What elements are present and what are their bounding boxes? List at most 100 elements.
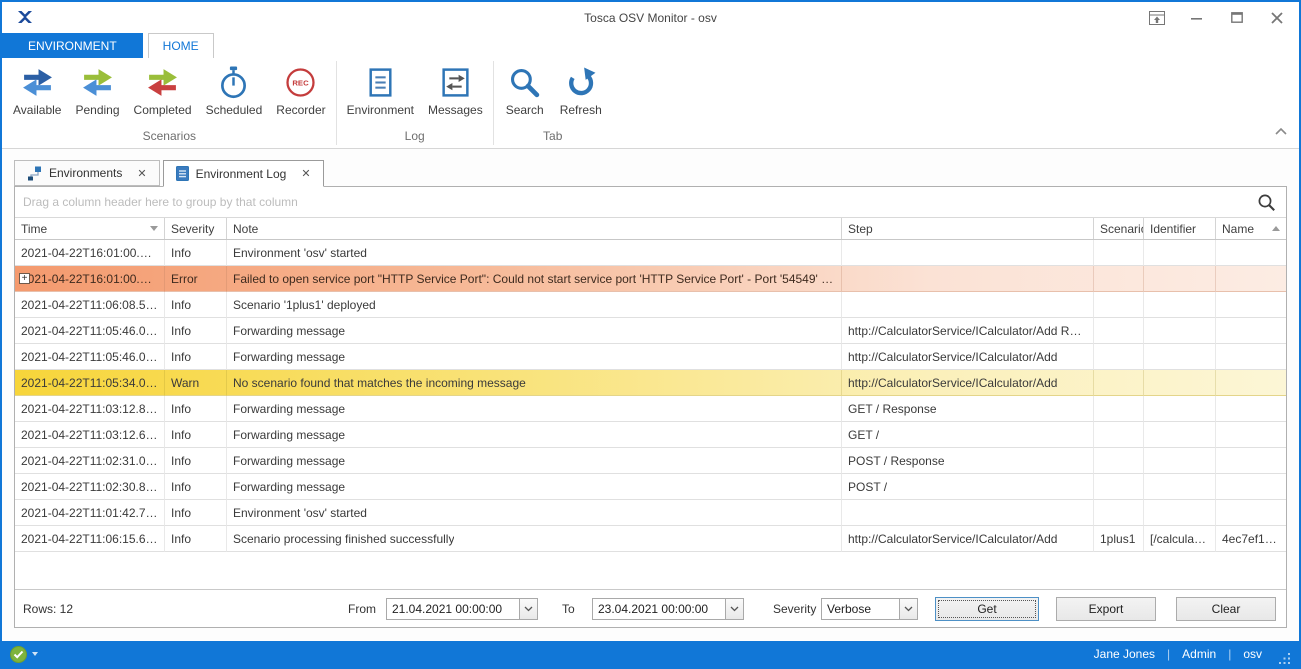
column-header-note[interactable]: Note	[227, 218, 842, 239]
cell-scenario	[1094, 240, 1144, 266]
cell-text: http://CalculatorService/ICalculator/Add…	[848, 324, 1087, 338]
cell-note: Scenario processing finished successfull…	[227, 526, 842, 552]
cell-severity: Info	[165, 500, 227, 526]
separator: |	[1167, 647, 1170, 661]
cell-severity: Error	[165, 266, 227, 292]
content-area: Environments ✕ Environment Log ✕ Drag a …	[2, 149, 1299, 641]
cell-step: GET / Response	[842, 396, 1094, 422]
window-title: Tosca OSV Monitor - osv	[584, 11, 717, 25]
table-row[interactable]: 2021-04-22T11:03:12.690InfoForwarding me…	[15, 422, 1286, 448]
status-dropdown-caret[interactable]	[32, 652, 38, 656]
refresh-button[interactable]: Refresh	[553, 63, 609, 117]
table-row[interactable]: 2021-04-22T11:06:15.605InfoScenario proc…	[15, 526, 1286, 552]
tab-environment-menu[interactable]: ENVIRONMENT	[2, 33, 143, 58]
cell-step: http://CalculatorService/ICalculator/Add	[842, 344, 1094, 370]
table-row[interactable]: +2021-04-22T16:01:00.157ErrorFailed to o…	[15, 266, 1286, 292]
ribbon-group-label: Tab	[497, 129, 609, 148]
completed-button[interactable]: Completed	[127, 63, 199, 117]
clear-button[interactable]: Clear	[1176, 597, 1276, 621]
cell-note: Forwarding message	[227, 448, 842, 474]
environment-log-button[interactable]: Environment	[340, 63, 421, 117]
ribbon-separator	[493, 61, 494, 145]
column-header-identifier[interactable]: Identifier	[1144, 218, 1216, 239]
collapse-ribbon-button[interactable]	[1275, 122, 1287, 140]
grid-header-row: TimeSeverityNoteStepScenarioIdentifierNa…	[15, 218, 1286, 240]
user-name: Jane Jones	[1094, 647, 1155, 661]
column-header-step[interactable]: Step	[842, 218, 1094, 239]
cell-text: Warn	[171, 376, 199, 390]
cell-text: 2021-04-22T11:06:08.523	[21, 298, 158, 312]
cell-time: 2021-04-22T16:01:00.279	[15, 240, 165, 266]
table-row[interactable]: 2021-04-22T11:02:30.861InfoForwarding me…	[15, 474, 1286, 500]
get-button[interactable]: Get	[935, 597, 1039, 621]
table-row[interactable]: 2021-04-22T11:02:31.040InfoForwarding me…	[15, 448, 1286, 474]
from-date-picker[interactable]: 21.04.2021 00:00:00	[386, 598, 538, 620]
log-document-icon	[176, 166, 189, 181]
cell-severity: Info	[165, 526, 227, 552]
maximize-button[interactable]	[1228, 9, 1245, 26]
cell-note: Scenario '1plus1' deployed	[227, 292, 842, 318]
available-button[interactable]: Available	[6, 63, 68, 117]
tab-environments[interactable]: Environments ✕	[14, 160, 160, 186]
table-row[interactable]: 2021-04-22T11:05:46.038 Info Forwarding me…	[15, 344, 1286, 370]
search-icon	[508, 66, 541, 99]
tab-home[interactable]: HOME	[148, 33, 214, 58]
table-row[interactable]: 2021-04-22T11:01:42.744InfoEnvironment '…	[15, 500, 1286, 526]
table-row[interactable]: 2021-04-22T16:01:00.279InfoEnvironment '…	[15, 240, 1286, 266]
resize-grip[interactable]	[1278, 652, 1291, 665]
scheduled-button[interactable]: Scheduled	[199, 63, 270, 117]
column-header-scenario[interactable]: Scenario	[1094, 218, 1144, 239]
group-by-bar[interactable]: Drag a column header here to group by th…	[15, 187, 1286, 218]
minimize-button[interactable]	[1188, 9, 1205, 26]
grid-search-icon[interactable]	[1257, 193, 1276, 215]
cell-step	[842, 292, 1094, 318]
severity-value: Verbose	[822, 602, 899, 616]
cell-note: Forwarding message	[227, 344, 842, 370]
to-date-picker[interactable]: 23.04.2021 00:00:00	[592, 598, 744, 620]
severity-label: Severity	[773, 602, 816, 616]
messages-log-button[interactable]: Messages	[421, 63, 490, 117]
cell-step: POST / Response	[842, 448, 1094, 474]
column-header-severity[interactable]: Severity	[165, 218, 227, 239]
chevron-down-icon[interactable]	[725, 599, 743, 619]
cell-identifier	[1144, 292, 1216, 318]
chevron-down-icon[interactable]	[519, 599, 537, 619]
cell-time: 2021-04-22T11:02:31.040	[15, 448, 165, 474]
connection-status-icon[interactable]	[10, 646, 27, 663]
recorder-button[interactable]: REC Recorder	[269, 63, 332, 117]
close-button[interactable]	[1268, 9, 1285, 26]
rows-count-label: Rows: 12	[23, 602, 73, 616]
cell-step	[842, 500, 1094, 526]
cell-text: Info	[171, 350, 191, 364]
export-button[interactable]: Export	[1056, 597, 1156, 621]
cell-text: Scenario processing finished successfull…	[233, 532, 454, 546]
cell-time: 2021-04-22T11:06:08.523	[15, 292, 165, 318]
cell-name	[1216, 266, 1286, 292]
cell-step: http://CalculatorService/ICalculator/Add…	[842, 318, 1094, 344]
cell-text: 2021-04-22T11:05:46.038	[21, 350, 158, 364]
cell-text: http://CalculatorService/ICalculator/Add	[848, 350, 1057, 364]
ribbon-position-icon[interactable]	[1148, 9, 1165, 26]
cell-time: 2021-04-22T11:03:12.848	[15, 396, 165, 422]
table-row[interactable]: 2021-04-22T11:05:34.043WarnNo scenario f…	[15, 370, 1286, 396]
search-button[interactable]: Search	[497, 63, 553, 117]
table-row[interactable]: 2021-04-22T11:03:12.848InfoForwarding me…	[15, 396, 1286, 422]
tab-environment-log[interactable]: Environment Log ✕	[163, 160, 324, 187]
cell-name: 4ec7ef1e-…	[1216, 526, 1286, 552]
cell-note: Failed to open service port "HTTP Servic…	[227, 266, 842, 292]
cell-scenario	[1094, 396, 1144, 422]
close-tab-icon[interactable]: ✕	[137, 167, 146, 180]
close-tab-icon[interactable]: ✕	[301, 167, 310, 180]
column-header-name[interactable]: Name	[1216, 218, 1286, 239]
chevron-down-icon[interactable]	[899, 599, 917, 619]
table-row[interactable]: 2021-04-22T11:06:08.523InfoScenario '1pl…	[15, 292, 1286, 318]
cell-severity: Info	[165, 344, 227, 370]
sort-ascending-icon	[1272, 226, 1280, 231]
cell-severity: Info	[165, 396, 227, 422]
column-header-time[interactable]: Time	[15, 218, 165, 239]
ribbon-group-label: Log	[340, 129, 490, 148]
severity-select[interactable]: Verbose	[821, 598, 918, 620]
table-row[interactable]: 2021-04-22T11:05:46.097InfoForwarding me…	[15, 318, 1286, 344]
pending-button[interactable]: Pending	[68, 63, 126, 117]
expand-row-button[interactable]: +	[19, 273, 30, 284]
